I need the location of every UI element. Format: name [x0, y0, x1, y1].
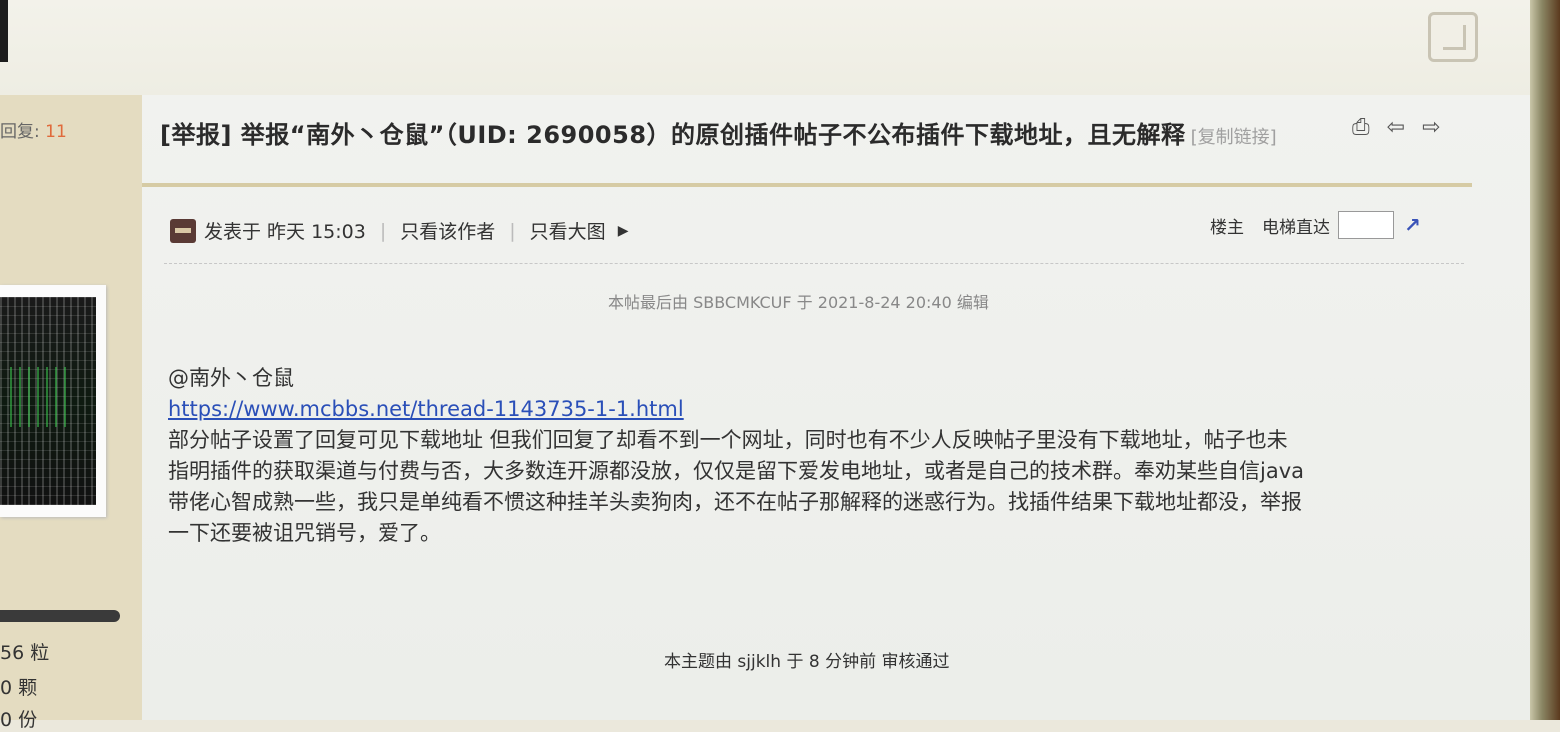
title-divider [142, 183, 1472, 187]
separator: | [379, 219, 387, 242]
post-main: [举报] 举报“南外丶仓鼠”（UID: 2690058）的原创插件帖子不公布插件… [142, 95, 1530, 720]
post-content: @南外丶仓鼠 https://www.mcbbs.net/thread-1143… [168, 363, 1458, 549]
window-edge [0, 0, 8, 62]
goto-floor-icon[interactable]: ↗ [1404, 213, 1421, 237]
stat-nuggets: 56 粒 [0, 642, 50, 664]
body-line: 带佬心智成熟一些，我只是单纯看不惯这种挂羊头卖狗肉，还不在帖子那解释的迷惑行为。… [168, 490, 1302, 514]
thread-link[interactable]: https://www.mcbbs.net/thread-1143735-1-1… [168, 397, 684, 421]
posted-time: 发表于 昨天 15:03 [204, 221, 366, 243]
copy-link-button[interactable]: [复制链接] [1191, 127, 1277, 148]
author-avatar[interactable] [0, 285, 106, 517]
window-frame [1530, 0, 1560, 720]
reply-count: 11 [45, 122, 67, 142]
triangle-right-icon[interactable]: ▶ [618, 223, 629, 239]
review-note: 本主题由 sjjklh 于 8 分钟前 审核通过 [664, 652, 950, 672]
prev-thread-icon[interactable]: ⇦ [1387, 115, 1405, 140]
author-sidebar: 回复: 11 56 粒 0 颗 0 份 [0, 95, 142, 731]
mention[interactable]: @南外丶仓鼠 [168, 363, 1458, 394]
only-large-image-link[interactable]: 只看大图 [530, 217, 606, 244]
stat-gems: 0 颗 [0, 677, 38, 699]
body-line: 部分帖子设置了回复可见下载地址 但我们回复了却看不到一个网址，同时也有不少人反映… [168, 428, 1288, 452]
elevator-label: 电梯直达 [1262, 217, 1330, 238]
edit-note: 本帖最后由 SBBCMKCUF 于 2021-8-24 20:40 编辑 [608, 293, 989, 312]
top-band [0, 0, 1530, 95]
reply-label: 回复: [0, 122, 40, 142]
page-title: [举报] 举报“南外丶仓鼠”（UID: 2690058）的原创插件帖子不公布插件… [160, 121, 1186, 149]
floor-nav: 楼主 电梯直达 ↗ [1210, 211, 1421, 239]
back-to-top-icon[interactable] [1428, 12, 1478, 62]
reply-count-row: 回复: 11 [0, 117, 67, 142]
print-icon[interactable]: ⎙ [1352, 115, 1370, 140]
author-avatar-icon [170, 218, 196, 243]
floor-label: 楼主 [1210, 217, 1244, 238]
meta-divider [164, 263, 1464, 264]
post-meta: 发表于 昨天 15:03 | 只看该作者 | 只看大图 ▶ [170, 217, 628, 244]
avatar-image [0, 297, 96, 505]
level-progress-bar [0, 610, 120, 622]
title-actions: ⎙ ⇦ ⇨ [1352, 115, 1450, 140]
body-line: 一下还要被诅咒销号，爱了。 [168, 521, 441, 545]
title-row: [举报] 举报“南外丶仓鼠”（UID: 2690058）的原创插件帖子不公布插件… [160, 115, 1460, 150]
next-thread-icon[interactable]: ⇨ [1422, 115, 1440, 140]
floor-number-input[interactable] [1338, 211, 1394, 239]
separator: | [509, 219, 516, 242]
only-author-link[interactable]: 只看该作者 [400, 217, 495, 244]
stat-shares: 0 份 [0, 709, 38, 731]
body-line: 指明插件的获取渠道与付费与否，大多数连开源都没放，仅仅是留下爱发电地址，或者是自… [168, 459, 1304, 483]
